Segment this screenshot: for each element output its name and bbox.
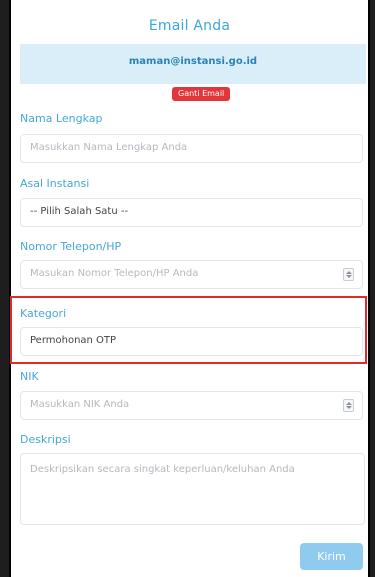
nama-input[interactable]: Masukkan Nama Lengkap Anda bbox=[20, 134, 363, 163]
nik-input[interactable]: Masukkan NIK Anda bbox=[20, 391, 363, 420]
page-title: Email Anda bbox=[148, 18, 231, 34]
nik-label: NIK bbox=[20, 370, 39, 383]
deskripsi-placeholder: Deskripsikan secara singkat keperluan/ke… bbox=[30, 464, 295, 475]
telepon-stepper-icon[interactable] bbox=[343, 268, 354, 281]
kategori-highlight bbox=[10, 296, 367, 364]
telepon-placeholder: Masukan Nomor Telepon/HP Anda bbox=[30, 268, 199, 279]
email-banner: maman@instansi.go.id bbox=[20, 44, 366, 84]
nama-placeholder: Masukkan Nama Lengkap Anda bbox=[30, 142, 188, 153]
deskripsi-textarea[interactable]: Deskripsikan secara singkat keperluan/ke… bbox=[20, 453, 365, 525]
form-panel: Email Anda maman@instansi.go.id Ganti Em… bbox=[9, 0, 370, 577]
deskripsi-label: Deskripsi bbox=[20, 433, 71, 446]
instansi-selected-value: -- Pilih Salah Satu -- bbox=[30, 206, 129, 217]
instansi-label: Asal Instansi bbox=[20, 177, 90, 190]
telepon-input[interactable]: Masukan Nomor Telepon/HP Anda bbox=[20, 260, 363, 289]
instansi-select[interactable]: -- Pilih Salah Satu -- bbox=[20, 198, 363, 227]
email-address: maman@instansi.go.id bbox=[128, 56, 258, 67]
change-email-button[interactable]: Ganti Email bbox=[172, 87, 231, 101]
submit-button[interactable]: Kirim bbox=[300, 543, 363, 570]
nik-stepper-icon[interactable] bbox=[343, 399, 354, 412]
nama-label: Nama Lengkap bbox=[20, 112, 103, 125]
telepon-label: Nomor Telepon/HP bbox=[20, 240, 122, 253]
nik-placeholder: Masukkan NIK Anda bbox=[30, 399, 130, 410]
